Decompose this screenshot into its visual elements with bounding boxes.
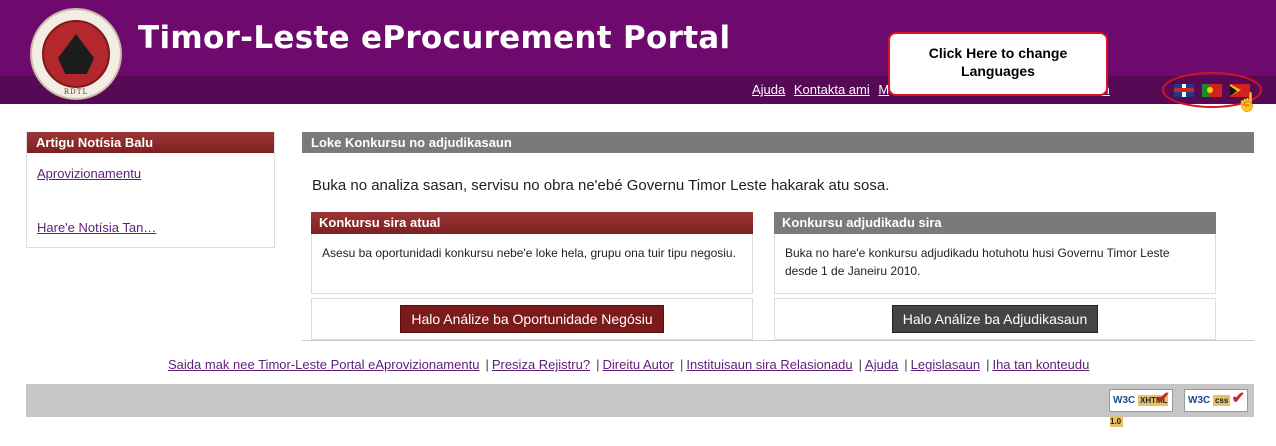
main-heading: Loke Konkursu no adjudikasaun: [302, 132, 1254, 153]
awarded-tenders-panel: Konkursu adjudikadu sira Buka no hare'e …: [774, 212, 1216, 340]
sidebar-link-procurement[interactable]: Aprovizionamentu: [37, 166, 141, 181]
current-tenders-panel: Konkursu sira atual Asesu ba oportunidad…: [311, 212, 753, 340]
seal-text: RDTL: [63, 88, 89, 96]
w3c-xhtml-badge[interactable]: W3C XHTML 1.0 ✔: [1109, 389, 1173, 427]
footer-link-help[interactable]: Ajuda: [865, 357, 898, 372]
news-sidebar: Artigu Notísia Balu Aprovizionamentu Har…: [26, 132, 275, 248]
uk-flag-icon[interactable]: [1174, 84, 1194, 97]
government-seal-logo: RDTL: [30, 8, 122, 100]
awarded-tenders-heading: Konkursu adjudikadu sira: [774, 212, 1216, 234]
nav-contact-link[interactable]: Kontakta ami: [794, 82, 870, 97]
pointer-cursor-icon: ☝: [1236, 92, 1259, 112]
nav-help-link[interactable]: Ajuda: [752, 82, 785, 97]
awarded-tenders-text: Buka no hare'e konkursu adjudikadu hotuh…: [774, 234, 1216, 294]
site-title: Timor-Leste eProcurement Portal: [138, 20, 731, 56]
sidebar-link-more-news[interactable]: Hare'e Notísia Tan…: [37, 220, 156, 235]
sidebar-heading: Artigu Notísia Balu: [27, 132, 274, 153]
current-tenders-heading: Konkursu sira atual: [311, 212, 753, 234]
w3c-css-badge[interactable]: W3C css ✔: [1184, 389, 1248, 412]
footer-link-institutions[interactable]: Instituisaun sira Relasionadu: [686, 357, 852, 372]
footer-links: Saida mak nee Timor-Leste Portal eAprovi…: [168, 357, 1090, 372]
awarded-tenders-footer: Halo Análize ba Adjudikasaun: [774, 298, 1216, 340]
checkmark-icon: ✔: [1156, 390, 1170, 407]
language-callout: Click Here to change Languages: [888, 32, 1108, 96]
footer-link-register[interactable]: Presiza Rejistru?: [492, 357, 590, 372]
checkmark-icon: ✔: [1231, 390, 1245, 407]
current-tenders-footer: Halo Análize ba Oportunidade Negósiu: [311, 298, 753, 340]
current-tenders-text: Asesu ba oportunidadi konkursu nebe'e lo…: [311, 234, 753, 294]
portugal-flag-icon[interactable]: [1202, 84, 1222, 97]
footer-link-copyright[interactable]: Direitu Autor: [602, 357, 674, 372]
main-intro-text: Buka no analiza sasan, servisu no obra n…: [312, 177, 890, 194]
footer-bar: W3C XHTML 1.0 ✔ W3C css ✔: [26, 384, 1254, 427]
browse-awards-button[interactable]: Halo Análize ba Adjudikasaun: [891, 305, 1099, 333]
top-nav: Ajuda Kontakta ami M tin: [752, 82, 1110, 97]
footer-link-more-content[interactable]: Iha tan konteudu: [992, 357, 1089, 372]
footer-link-legislation[interactable]: Legislasaun: [911, 357, 980, 372]
main-divider: [302, 340, 1254, 341]
footer-link-about[interactable]: Saida mak nee Timor-Leste Portal eAprovi…: [168, 357, 479, 372]
browse-opportunities-button[interactable]: Halo Análize ba Oportunidade Negósiu: [400, 305, 664, 333]
